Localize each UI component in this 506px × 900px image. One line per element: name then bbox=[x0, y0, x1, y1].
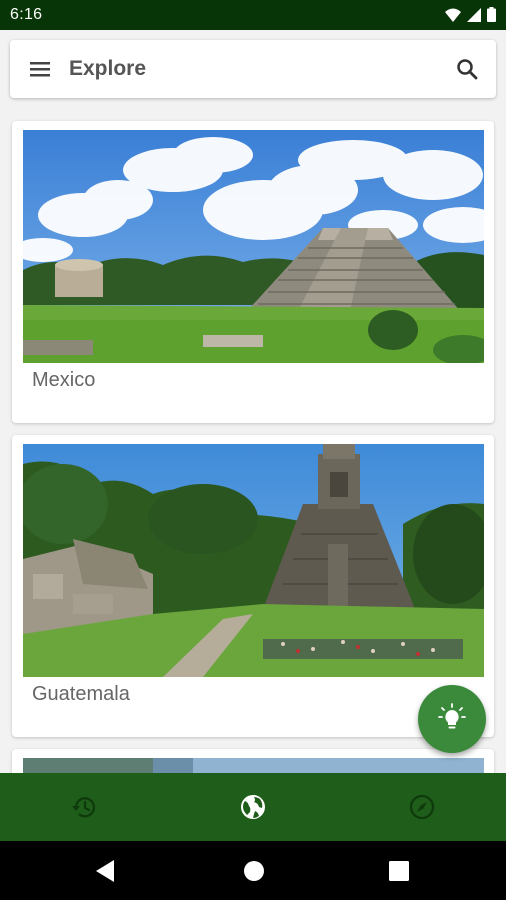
compass-icon[interactable] bbox=[408, 793, 436, 821]
search-icon[interactable] bbox=[455, 57, 479, 81]
pyramid-photo bbox=[23, 130, 484, 363]
bottom-navigation bbox=[0, 773, 506, 841]
battery-icon bbox=[487, 7, 496, 27]
app-bar: Explore bbox=[10, 40, 496, 98]
destination-card-guatemala[interactable]: Guatemala bbox=[12, 435, 494, 737]
history-icon[interactable] bbox=[71, 793, 99, 821]
idea-fab-button[interactable] bbox=[418, 685, 486, 753]
lightbulb-icon bbox=[437, 702, 467, 737]
destination-card-mexico[interactable]: Mexico bbox=[12, 121, 494, 423]
status-bar: 6:16 bbox=[0, 0, 506, 30]
system-navigation-bar bbox=[0, 841, 506, 900]
card-label: Mexico bbox=[32, 369, 96, 391]
card-label: Guatemala bbox=[32, 683, 130, 705]
home-icon[interactable] bbox=[243, 860, 265, 887]
signal-icon bbox=[467, 7, 481, 27]
temple-photo bbox=[23, 444, 484, 677]
globe-icon[interactable] bbox=[239, 793, 267, 821]
status-time: 6:16 bbox=[10, 6, 43, 23]
menu-icon[interactable] bbox=[28, 57, 52, 81]
wifi-icon bbox=[445, 8, 461, 27]
back-icon[interactable] bbox=[96, 860, 116, 887]
page-title: Explore bbox=[69, 57, 147, 80]
status-icons bbox=[445, 7, 496, 27]
recents-icon[interactable] bbox=[389, 861, 409, 886]
